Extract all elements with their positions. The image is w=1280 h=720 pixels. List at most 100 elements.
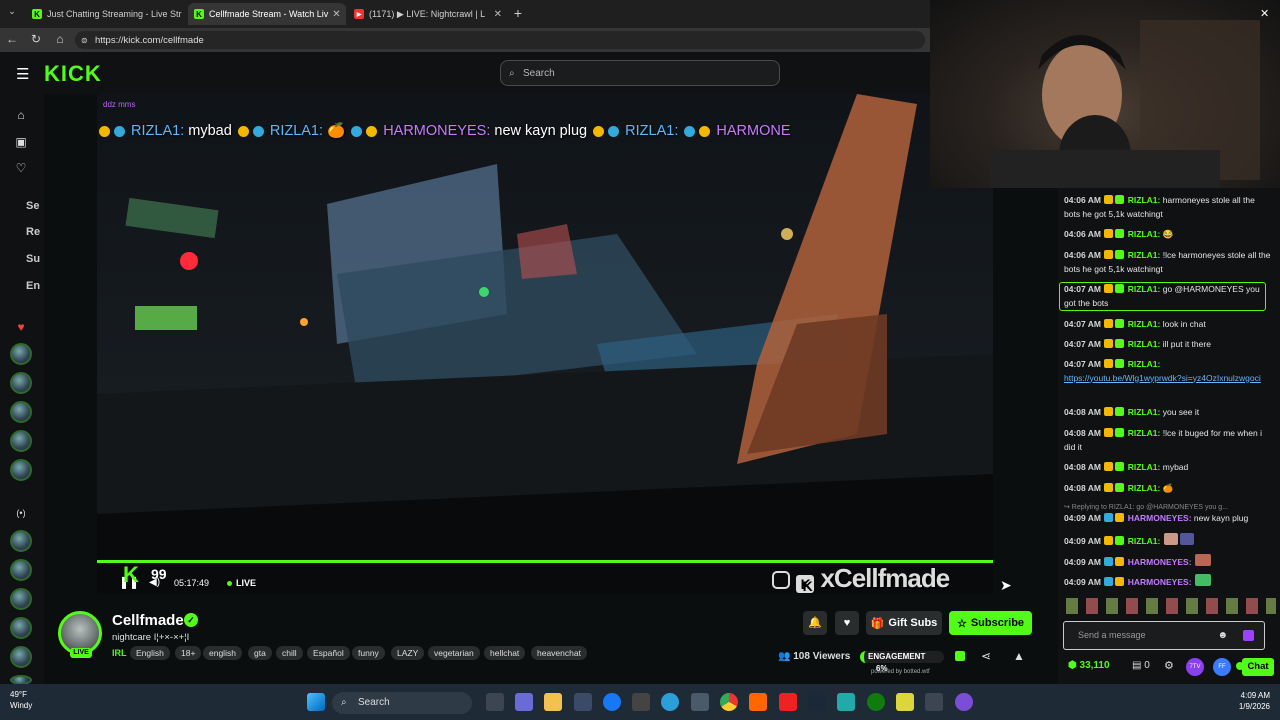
follow-heart-button[interactable]: ♥: [835, 611, 859, 635]
volume-icon[interactable]: ◀): [149, 577, 160, 588]
recommended-channel-avatar[interactable]: [10, 530, 32, 552]
taskbar-search[interactable]: ⌕ Search: [332, 692, 472, 714]
tag[interactable]: chill: [276, 646, 303, 660]
chat-username[interactable]: HARMONEYES:: [1128, 557, 1192, 567]
following-nav-icon[interactable]: ♡: [12, 161, 30, 175]
chat-username[interactable]: RIZLA1:: [1128, 319, 1161, 329]
kick-emote-icon[interactable]: [1243, 630, 1254, 641]
url-field[interactable]: ⊜ https://kick.com/cellfmade: [75, 31, 925, 49]
stream-category[interactable]: IRL: [112, 648, 127, 658]
tag[interactable]: English: [130, 646, 170, 660]
start-icon[interactable]: [307, 693, 325, 711]
tag[interactable]: vegetarian: [428, 646, 480, 660]
chat-username[interactable]: RIZLA1:: [1128, 284, 1161, 294]
chat-username[interactable]: RIZLA1:: [1128, 483, 1161, 493]
app-icon[interactable]: [837, 693, 855, 711]
chat-username[interactable]: RIZLA1:: [1128, 462, 1161, 472]
tag[interactable]: heavenchat: [531, 646, 587, 660]
channel-points[interactable]: ⬢ 33,110: [1068, 660, 1110, 671]
followed-channel-avatar[interactable]: [10, 343, 32, 365]
search-input[interactable]: ⌕ Search: [500, 60, 780, 86]
recommended-channel-avatar[interactable]: [10, 617, 32, 639]
steam-icon[interactable]: [808, 693, 826, 711]
chat-username[interactable]: HARMONEYES:: [1128, 513, 1192, 523]
share-icon[interactable]: ⋖: [981, 649, 991, 663]
tab-youtube[interactable]: ▶ (1171) ▶ LIVE: Nightcrawl | L ✕: [348, 3, 508, 25]
followed-channel-avatar[interactable]: [10, 401, 32, 423]
tab-just-chatting[interactable]: K Just Chatting Streaming - Live Str ✕: [26, 3, 186, 25]
tag[interactable]: english: [203, 646, 242, 660]
chat-username[interactable]: RIZLA1:: [1128, 428, 1161, 438]
chat-username[interactable]: RIZLA1:: [1128, 359, 1161, 369]
subscribe-button[interactable]: ☆ Subscribe: [949, 611, 1032, 635]
calculator-icon[interactable]: [691, 693, 709, 711]
copilot-icon[interactable]: [515, 693, 533, 711]
back-icon[interactable]: ←: [4, 32, 20, 46]
browse-nav-icon[interactable]: ▣: [12, 135, 30, 149]
task-view-icon[interactable]: [486, 693, 504, 711]
followed-channel-avatar[interactable]: [10, 430, 32, 452]
close-icon[interactable]: ✕: [490, 9, 502, 20]
close-icon[interactable]: ✕: [328, 9, 340, 20]
chat-username[interactable]: RIZLA1:: [1128, 536, 1161, 546]
weather-widget[interactable]: 49°F Windy: [10, 689, 32, 711]
followed-channel-avatar[interactable]: [10, 459, 32, 481]
chat-username[interactable]: RIZLA1:: [1128, 250, 1161, 260]
tag[interactable]: funny: [352, 646, 385, 660]
facebook-icon[interactable]: [603, 693, 621, 711]
ffz-extension-icon[interactable]: FF: [1213, 658, 1231, 676]
new-tab-icon[interactable]: +: [510, 5, 526, 21]
sidebar-item-su[interactable]: Su: [26, 253, 40, 265]
notes-icon[interactable]: [896, 693, 914, 711]
chrome-icon[interactable]: [720, 693, 738, 711]
sidebar-item-re[interactable]: Re: [26, 226, 40, 238]
home-nav-icon[interactable]: ⌂: [12, 108, 30, 122]
settings-icon[interactable]: [925, 693, 943, 711]
chat-username[interactable]: RIZLA1:: [1128, 229, 1161, 239]
store-icon[interactable]: [574, 693, 592, 711]
emote-bar[interactable]: [1066, 598, 1276, 614]
chat-username[interactable]: RIZLA1:: [1128, 195, 1161, 205]
video-player[interactable]: ddz mms RIZLA1: mybad RIZLA1: 🍊 HARMONEY…: [97, 94, 993, 594]
gift-subs-button[interactable]: 🎁 Gift Subs: [866, 611, 942, 635]
chat-username[interactable]: RIZLA1:: [1128, 407, 1161, 417]
recommended-channel-avatar[interactable]: [10, 588, 32, 610]
recommended-channel-avatar[interactable]: [10, 646, 32, 668]
vlc-icon[interactable]: [749, 693, 767, 711]
recommended-channel-avatar[interactable]: [10, 559, 32, 581]
amazon-icon[interactable]: [632, 693, 650, 711]
sidebar-item-en[interactable]: En: [26, 280, 40, 292]
7tv-extension-icon[interactable]: 7TV: [1186, 658, 1204, 676]
close-icon[interactable]: ✕: [182, 9, 187, 20]
youtube-icon[interactable]: [779, 693, 797, 711]
followed-channel-avatar[interactable]: [10, 372, 32, 394]
chat-link[interactable]: https://youtu.be/Wlg1wyprwdk?si=yz4OzIxn…: [1064, 373, 1261, 383]
file-explorer-icon[interactable]: [544, 693, 562, 711]
chat-settings-icon[interactable]: ⚙: [1164, 659, 1174, 672]
taskbar-clock[interactable]: 4:09 AM 1/9/2026: [1200, 690, 1270, 712]
edge-icon[interactable]: [661, 693, 679, 711]
chat-username[interactable]: RIZLA1:: [1128, 339, 1161, 349]
xbox-icon[interactable]: [867, 693, 885, 711]
tag[interactable]: Español: [307, 646, 350, 660]
tag[interactable]: 18+: [175, 646, 202, 660]
home-icon[interactable]: ⌂: [52, 32, 68, 46]
streamer-name[interactable]: Cellfmade: [112, 612, 184, 629]
chat-username[interactable]: HARMONEYES:: [1128, 577, 1192, 587]
tag[interactable]: hellchat: [484, 646, 526, 660]
tab-cellfmade[interactable]: K Cellfmade Stream - Watch Liv ✕: [188, 3, 346, 25]
kick-logo[interactable]: KICK: [44, 61, 102, 87]
close-window-icon[interactable]: ✕: [1260, 7, 1269, 20]
tab-list-icon[interactable]: ⌄: [4, 6, 20, 17]
tag[interactable]: LAZY: [391, 646, 425, 660]
tag[interactable]: gta: [248, 646, 272, 660]
reload-icon[interactable]: ↻: [28, 32, 44, 46]
chat-message-input[interactable]: Send a message ☻: [1063, 621, 1265, 650]
emoji-icon[interactable]: ☻: [1217, 622, 1228, 649]
sidebar-item-se[interactable]: Se: [26, 200, 39, 212]
report-icon[interactable]: ▲: [1013, 649, 1025, 663]
chat-send-button[interactable]: Chat: [1242, 658, 1274, 676]
notification-bell-button[interactable]: 🔔: [803, 611, 827, 635]
clip-icon[interactable]: [955, 651, 965, 661]
hamburger-menu-icon[interactable]: ☰: [16, 65, 29, 83]
